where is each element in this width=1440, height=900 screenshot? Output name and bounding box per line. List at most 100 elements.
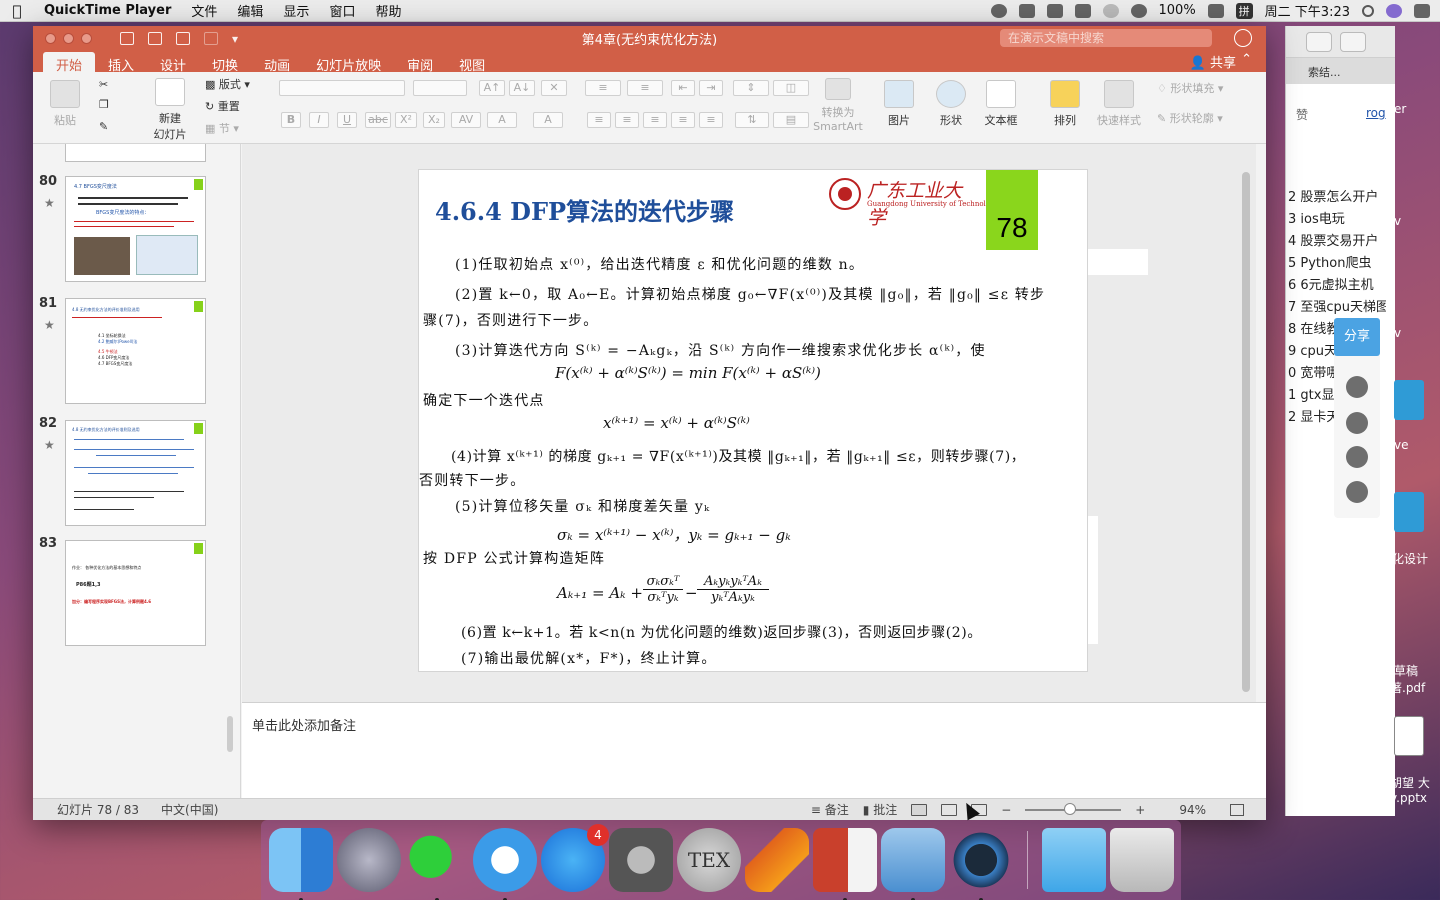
siri-icon[interactable] [1386,3,1402,18]
slide-thumbnail-81[interactable]: 4.8 无约束优化方法的评价准则及选用 4.1 坐标轮换法 4.2 鲍威尔(Po… [65,298,206,404]
qq-icon[interactable] [1346,481,1368,503]
input-method-icon[interactable]: 拼 [1235,2,1253,19]
tab-insert[interactable]: 插入 [95,52,147,74]
arrange-button[interactable]: 排列 [1045,80,1085,128]
zoom-level[interactable]: 94% [1179,803,1206,817]
textbox-button[interactable]: 文本框 [979,80,1023,128]
praise-label[interactable]: 赞 [1296,106,1308,123]
increase-indent-icon[interactable]: ⇥ [699,80,723,96]
columns-dropdown[interactable]: ◫ [773,80,809,96]
tab-transitions[interactable]: 切换 [199,52,251,74]
justify-icon[interactable]: ≡ [671,112,695,128]
change-case-button[interactable]: A [487,112,517,128]
share-button[interactable]: 分享 [1334,318,1380,356]
distributed-icon[interactable]: ≡ [699,112,723,128]
zoom-out-icon[interactable]: − [1001,803,1011,817]
close-window-icon[interactable] [45,32,56,44]
font-name-dropdown[interactable] [279,80,405,96]
list-item[interactable]: 6 6元虚拟主机 [1286,274,1386,296]
list-item[interactable]: 5 Python爬虫 [1286,252,1386,274]
wechat-icon[interactable] [1346,446,1368,468]
bluetooth-icon[interactable] [1102,3,1119,18]
zoom-in-icon[interactable]: + [1135,803,1145,817]
bullets-dropdown[interactable]: ≡ [585,80,621,96]
desktop-file-icon[interactable] [1394,492,1424,532]
wifi-icon[interactable] [1130,3,1147,18]
tab-review[interactable]: 审阅 [394,52,446,74]
desktop-file-icon[interactable] [1394,716,1424,756]
sidebar-toggle-icon[interactable] [120,31,134,45]
convert-smartart-button[interactable]: 转换为 SmartArt [809,78,867,133]
menu-file[interactable]: 文件 [181,1,227,20]
paste-button[interactable]: 粘贴 [47,80,83,128]
menu-help[interactable]: 帮助 [365,1,411,20]
tab-animations[interactable]: 动画 [251,52,303,74]
align-text-dropdown[interactable]: ▤ [773,112,809,128]
spotlight-icon[interactable] [1362,4,1374,17]
matlab-icon[interactable] [745,828,809,892]
list-item[interactable]: 2 股票怎么开户 [1286,186,1386,208]
superscript-button[interactable]: X² [395,112,417,128]
redo-icon[interactable] [204,31,218,45]
slide-thumbnail-80[interactable]: 4.7 BFGS变尺度法 BFGS变尺度法的特点： [65,176,206,282]
menu-window[interactable]: 窗口 [319,1,365,20]
align-center-icon[interactable]: ≡ [615,112,639,128]
trash-icon[interactable] [1110,828,1174,892]
bold-button[interactable]: B [281,112,301,128]
powerpoint-icon[interactable] [813,828,877,900]
text-direction-dropdown[interactable]: ⇅ [735,112,769,128]
slide-thumbnail-82[interactable]: 4.8 无约束优化方法的评价准则及选用 [65,420,206,526]
slide-sorter-icon[interactable] [941,803,958,816]
shape-fill-button[interactable]: ♢ 形状填充 ▾ [1157,80,1223,96]
increase-font-icon[interactable]: A↑ [479,80,505,96]
scrollbar-knob[interactable] [1242,172,1250,692]
record-icon[interactable] [990,3,1007,18]
slide-thumbnail-79-partial[interactable] [65,144,206,162]
page-link[interactable]: rog [1366,106,1386,120]
layout-button[interactable]: ▩ 版式 ▾ [205,76,250,92]
wechat-icon[interactable] [405,828,469,900]
menu-edit[interactable]: 编辑 [227,1,273,20]
save-icon[interactable] [148,31,162,45]
app-menu[interactable]: QuickTime Player [34,3,181,18]
notes-pane[interactable]: 单击此处添加备注 [242,702,1266,798]
system-preferences-icon[interactable] [609,828,673,892]
tab-design[interactable]: 设计 [147,52,199,74]
customize-toolbar-icon[interactable]: ▾ [232,32,242,46]
italic-button[interactable]: I [309,112,329,128]
align-right-icon[interactable]: ≡ [643,112,667,128]
shape-outline-button[interactable]: ✎ 形状轮廓 ▾ [1157,110,1223,126]
clock[interactable]: 周二 下午3:23 [1265,1,1350,20]
language-indicator[interactable]: 中文(中国) [161,801,218,818]
search-input[interactable]: 在演示文稿中搜索 [1000,29,1212,47]
shape-button[interactable]: 形状 [931,80,971,128]
battery-icon[interactable] [1207,3,1224,18]
format-painter-icon[interactable]: ✎ [99,120,108,133]
undo-icon[interactable] [176,31,190,45]
decrease-indent-icon[interactable]: ⇤ [671,80,695,96]
launchpad-icon[interactable] [337,828,401,892]
character-spacing-button[interactable]: AV [451,112,481,128]
strikethrough-button[interactable]: abc [365,112,391,128]
decrease-font-icon[interactable]: A↓ [509,80,535,96]
apple-menu-icon[interactable]:  [0,2,34,20]
tabs-overview-icon[interactable] [1340,31,1366,52]
cloud-icon[interactable] [1018,3,1035,18]
browser-tab[interactable]: 索结... [1286,58,1395,84]
list-item[interactable]: 4 股票交易开户 [1286,230,1386,252]
tab-home[interactable]: 开始 [43,52,96,74]
finder-icon[interactable] [269,828,333,900]
font-color-button[interactable]: A [533,112,563,128]
comments-toggle-button[interactable]: ▮ 批注 [863,801,897,818]
current-slide[interactable]: 4.6.4 DFP算法的迭代步骤 广东工业大学 Guangdong Univer… [418,169,1088,672]
desktop-file-icon[interactable] [1394,380,1424,420]
numbering-dropdown[interactable]: ≡ [627,80,663,96]
align-left-icon[interactable]: ≡ [587,112,611,128]
message-icon[interactable] [1046,3,1063,18]
new-slide-button[interactable]: 新建 幻灯片 [145,78,195,142]
list-item[interactable]: 3 ios电玩 [1286,208,1386,230]
preview-icon[interactable] [881,828,945,900]
tab-slideshow[interactable]: 幻灯片放映 [303,52,394,74]
clear-formatting-icon[interactable]: ✕ [541,80,567,96]
slide-thumbnail-83[interactable]: 作业： 各种优化方法的基本思想和特点 P86题1,3 加分：编写程序实现BFGS… [65,540,206,646]
